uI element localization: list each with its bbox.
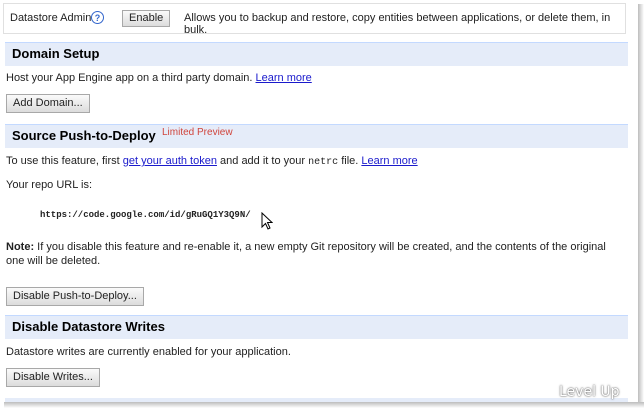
- datastore-writes-text: Datastore writes are currently enabled f…: [6, 346, 291, 358]
- netrc-filename: netrc: [308, 157, 339, 168]
- level-up-watermark: Level Up: [559, 384, 620, 400]
- push-to-deploy-header: Source Push-to-Deploy Limited Preview: [5, 124, 628, 148]
- auth-token-link[interactable]: get your auth token: [123, 155, 217, 167]
- datastore-writes-title: Disable Datastore Writes: [12, 319, 165, 334]
- frame-shadow-bottom: [4, 402, 644, 408]
- disable-writes-button[interactable]: Disable Writes...: [6, 368, 100, 387]
- limited-preview-badge: Limited Preview: [162, 127, 233, 138]
- domain-setup-title: Domain Setup: [12, 46, 100, 61]
- push-intro-text: To use this feature, first get your auth…: [6, 155, 418, 168]
- push-learn-more-link[interactable]: Learn more: [361, 155, 417, 167]
- add-domain-button[interactable]: Add Domain...: [6, 94, 90, 113]
- domain-setup-description: Host your App Engine app on a third part…: [6, 72, 253, 84]
- datastore-admin-description: Allows you to backup and restore, copy e…: [184, 12, 611, 36]
- domain-learn-more-link[interactable]: Learn more: [256, 72, 312, 84]
- frame-shadow-right: [638, 4, 644, 408]
- push-intro-prefix: To use this feature, first: [6, 155, 120, 167]
- domain-setup-header: Domain Setup: [5, 42, 628, 66]
- datastore-admin-row: Datastore Admin ? Enable Allows you to b…: [3, 3, 626, 36]
- domain-setup-text: Host your App Engine app on a third part…: [6, 72, 312, 84]
- push-intro-suffix: file.: [341, 155, 359, 167]
- app-engine-settings-page: Datastore Admin ? Enable Allows you to b…: [0, 0, 638, 402]
- mouse-cursor-icon: [261, 212, 273, 230]
- repo-url-label: Your repo URL is:: [6, 179, 93, 191]
- push-intro-middle: and add it to your: [220, 155, 306, 167]
- repo-url: https://code.google.com/id/gRuGQ1Y3Q9N/: [40, 210, 251, 220]
- help-icon[interactable]: ?: [91, 11, 104, 24]
- enable-button[interactable]: Enable: [122, 10, 171, 27]
- push-to-deploy-title: Source Push-to-Deploy: [12, 128, 156, 143]
- push-note: Note: If you disable this feature and re…: [6, 240, 624, 268]
- note-label: Note:: [6, 241, 35, 253]
- disable-push-to-deploy-button[interactable]: Disable Push-to-Deploy...: [6, 287, 144, 306]
- datastore-admin-label: Datastore Admin: [10, 12, 92, 24]
- note-text: If you disable this feature and re-enabl…: [6, 241, 606, 267]
- datastore-writes-header: Disable Datastore Writes: [5, 315, 628, 339]
